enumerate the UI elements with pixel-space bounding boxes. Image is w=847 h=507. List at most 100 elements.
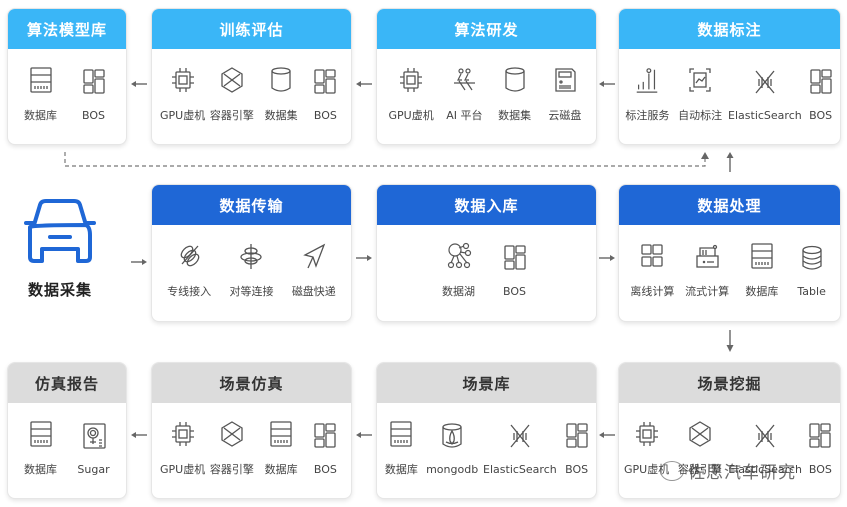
item-ai-platform[interactable]: AI 平台 bbox=[442, 65, 486, 123]
disk-express-icon bbox=[301, 241, 327, 271]
item-label: BOS bbox=[313, 462, 337, 476]
item-container-engine[interactable]: 容器引擎 bbox=[209, 65, 255, 123]
card-items: 专线接入 对等连接 磁盘快递 bbox=[152, 225, 351, 299]
arrow-left bbox=[599, 431, 615, 439]
sugar-icon bbox=[81, 421, 107, 451]
item-stream-compute[interactable]: 流式计算 bbox=[682, 241, 732, 299]
item-bos[interactable]: BOS bbox=[67, 67, 120, 122]
card-items: 标注服务 自动标注 ElasticSearch BOS bbox=[619, 49, 840, 123]
ai-platform-icon bbox=[451, 65, 477, 95]
data-lake-icon bbox=[446, 241, 472, 271]
item-label: 数据集 bbox=[498, 109, 532, 122]
item-gpu[interactable]: GPU虚机 bbox=[160, 419, 206, 477]
item-gpu[interactable]: GPU虚机 bbox=[386, 65, 436, 123]
item-bos[interactable]: BOS bbox=[490, 243, 540, 298]
item-container-engine[interactable]: 容器引擎 bbox=[209, 419, 255, 477]
arrow-left bbox=[131, 431, 147, 439]
item-label: 容器引擎 bbox=[209, 109, 254, 122]
item-disk-express[interactable]: 磁盘快递 bbox=[283, 241, 345, 299]
start-label: 数据采集 bbox=[27, 281, 92, 299]
card-simulation-report[interactable]: 仿真报告 数据库 Sugar bbox=[7, 362, 127, 499]
item-bos[interactable]: BOS bbox=[307, 67, 343, 122]
card-scenario-library[interactable]: 场景库 数据库 mongodb ElasticSearch BOS bbox=[376, 362, 597, 499]
item-label: ElasticSearch bbox=[483, 462, 557, 476]
item-label: BOS bbox=[313, 108, 337, 122]
card-training-evaluation[interactable]: 训练评估 GPU虚机 容器引擎 数据集 BOS bbox=[151, 8, 352, 145]
item-bos[interactable]: BOS bbox=[307, 421, 343, 476]
item-cloud-disk[interactable]: 云磁盘 bbox=[543, 65, 587, 123]
item-offline-compute[interactable]: 离线计算 bbox=[627, 241, 677, 299]
item-label: 数据库 bbox=[24, 463, 57, 476]
arrow-left bbox=[356, 80, 372, 88]
container-engine-icon bbox=[219, 419, 245, 449]
item-bos[interactable]: BOS bbox=[806, 67, 836, 122]
database-icon bbox=[28, 65, 54, 95]
item-gpu[interactable]: GPU虚机 bbox=[160, 65, 206, 123]
item-annotation-service[interactable]: 标注服务 bbox=[623, 65, 671, 123]
item-sugar[interactable]: Sugar bbox=[71, 421, 117, 476]
item-label: Sugar bbox=[77, 462, 110, 476]
arrow-left bbox=[599, 80, 615, 88]
item-elasticsearch[interactable]: ElasticSearch bbox=[483, 421, 557, 476]
gpu-chip-icon bbox=[634, 419, 660, 449]
card-title: 仿真报告 bbox=[8, 363, 126, 403]
card-items: GPU虚机 容器引擎 数据库 BOS bbox=[152, 403, 351, 477]
dataset-cylinder-icon bbox=[502, 65, 528, 95]
card-data-processing[interactable]: 数据处理 离线计算 流式计算 数据库 Table bbox=[618, 184, 841, 322]
arrow-right bbox=[599, 254, 615, 262]
card-algorithm-development[interactable]: 算法研发 GPU虚机 AI 平台 数据集 云磁盘 bbox=[376, 8, 597, 145]
bos-icon bbox=[81, 67, 107, 97]
card-data-annotation[interactable]: 数据标注 标注服务 自动标注 ElasticSearch BOS bbox=[618, 8, 841, 145]
item-peer-connection[interactable]: 对等连接 bbox=[220, 241, 282, 299]
item-dedicated-line[interactable]: 专线接入 bbox=[158, 241, 220, 299]
item-label: 数据集 bbox=[264, 109, 298, 122]
card-algorithm-model-library[interactable]: 算法模型库 数据库 BOS bbox=[7, 8, 127, 145]
bos-icon bbox=[502, 243, 528, 273]
card-items: 数据库 Sugar bbox=[8, 403, 126, 477]
card-title: 数据处理 bbox=[619, 185, 840, 225]
item-database[interactable]: 数据库 bbox=[258, 419, 304, 477]
watermark: 佐思汽车研究 bbox=[660, 458, 796, 483]
card-items: 数据湖 BOS bbox=[377, 225, 596, 299]
item-label: 对等连接 bbox=[229, 285, 274, 298]
item-label: 数据库 bbox=[745, 285, 779, 298]
item-mongodb[interactable]: mongodb bbox=[426, 421, 478, 476]
card-items: 数据库 BOS bbox=[8, 49, 126, 123]
item-label: 容器引擎 bbox=[209, 463, 254, 476]
item-dataset[interactable]: 数据集 bbox=[493, 65, 537, 123]
card-scenario-simulation[interactable]: 场景仿真 GPU虚机 容器引擎 数据库 BOS bbox=[151, 362, 352, 499]
card-title: 训练评估 bbox=[152, 9, 351, 49]
card-title: 算法模型库 bbox=[8, 9, 126, 49]
item-label: BOS bbox=[808, 462, 832, 476]
item-database[interactable]: 数据库 bbox=[381, 419, 421, 477]
card-title: 数据入库 bbox=[377, 185, 596, 225]
item-dataset[interactable]: 数据集 bbox=[258, 65, 304, 123]
item-bos[interactable]: BOS bbox=[805, 421, 835, 476]
item-elasticsearch[interactable]: ElasticSearch bbox=[728, 67, 802, 122]
card-data-transmission[interactable]: 数据传输 专线接入 对等连接 磁盘快递 bbox=[151, 184, 352, 322]
item-label: BOS bbox=[565, 462, 589, 476]
bos-icon bbox=[564, 421, 590, 451]
bos-icon bbox=[807, 421, 833, 451]
elasticsearch-icon bbox=[752, 421, 778, 451]
item-auto-annotation[interactable]: 自动标注 bbox=[676, 65, 724, 123]
item-label: BOS bbox=[809, 108, 833, 122]
item-database[interactable]: 数据库 bbox=[737, 241, 787, 299]
table-icon bbox=[799, 243, 825, 273]
arrow-down bbox=[726, 330, 734, 352]
item-bos[interactable]: BOS bbox=[562, 421, 592, 476]
arrow-left bbox=[131, 80, 147, 88]
annotation-service-icon bbox=[634, 65, 660, 95]
dataset-cylinder-icon bbox=[268, 65, 294, 95]
item-label: 数据库 bbox=[24, 109, 57, 122]
card-title: 数据传输 bbox=[152, 185, 351, 225]
item-database[interactable]: 数据库 bbox=[18, 419, 64, 477]
database-icon bbox=[749, 241, 775, 271]
arrow-left bbox=[356, 431, 372, 439]
item-label: 自动标注 bbox=[678, 109, 723, 122]
item-database[interactable]: 数据库 bbox=[14, 65, 67, 123]
mongodb-icon bbox=[439, 421, 465, 451]
item-data-lake[interactable]: 数据湖 bbox=[434, 241, 484, 299]
card-data-ingestion[interactable]: 数据入库 数据湖 BOS bbox=[376, 184, 597, 322]
item-table[interactable]: Table bbox=[792, 243, 832, 298]
